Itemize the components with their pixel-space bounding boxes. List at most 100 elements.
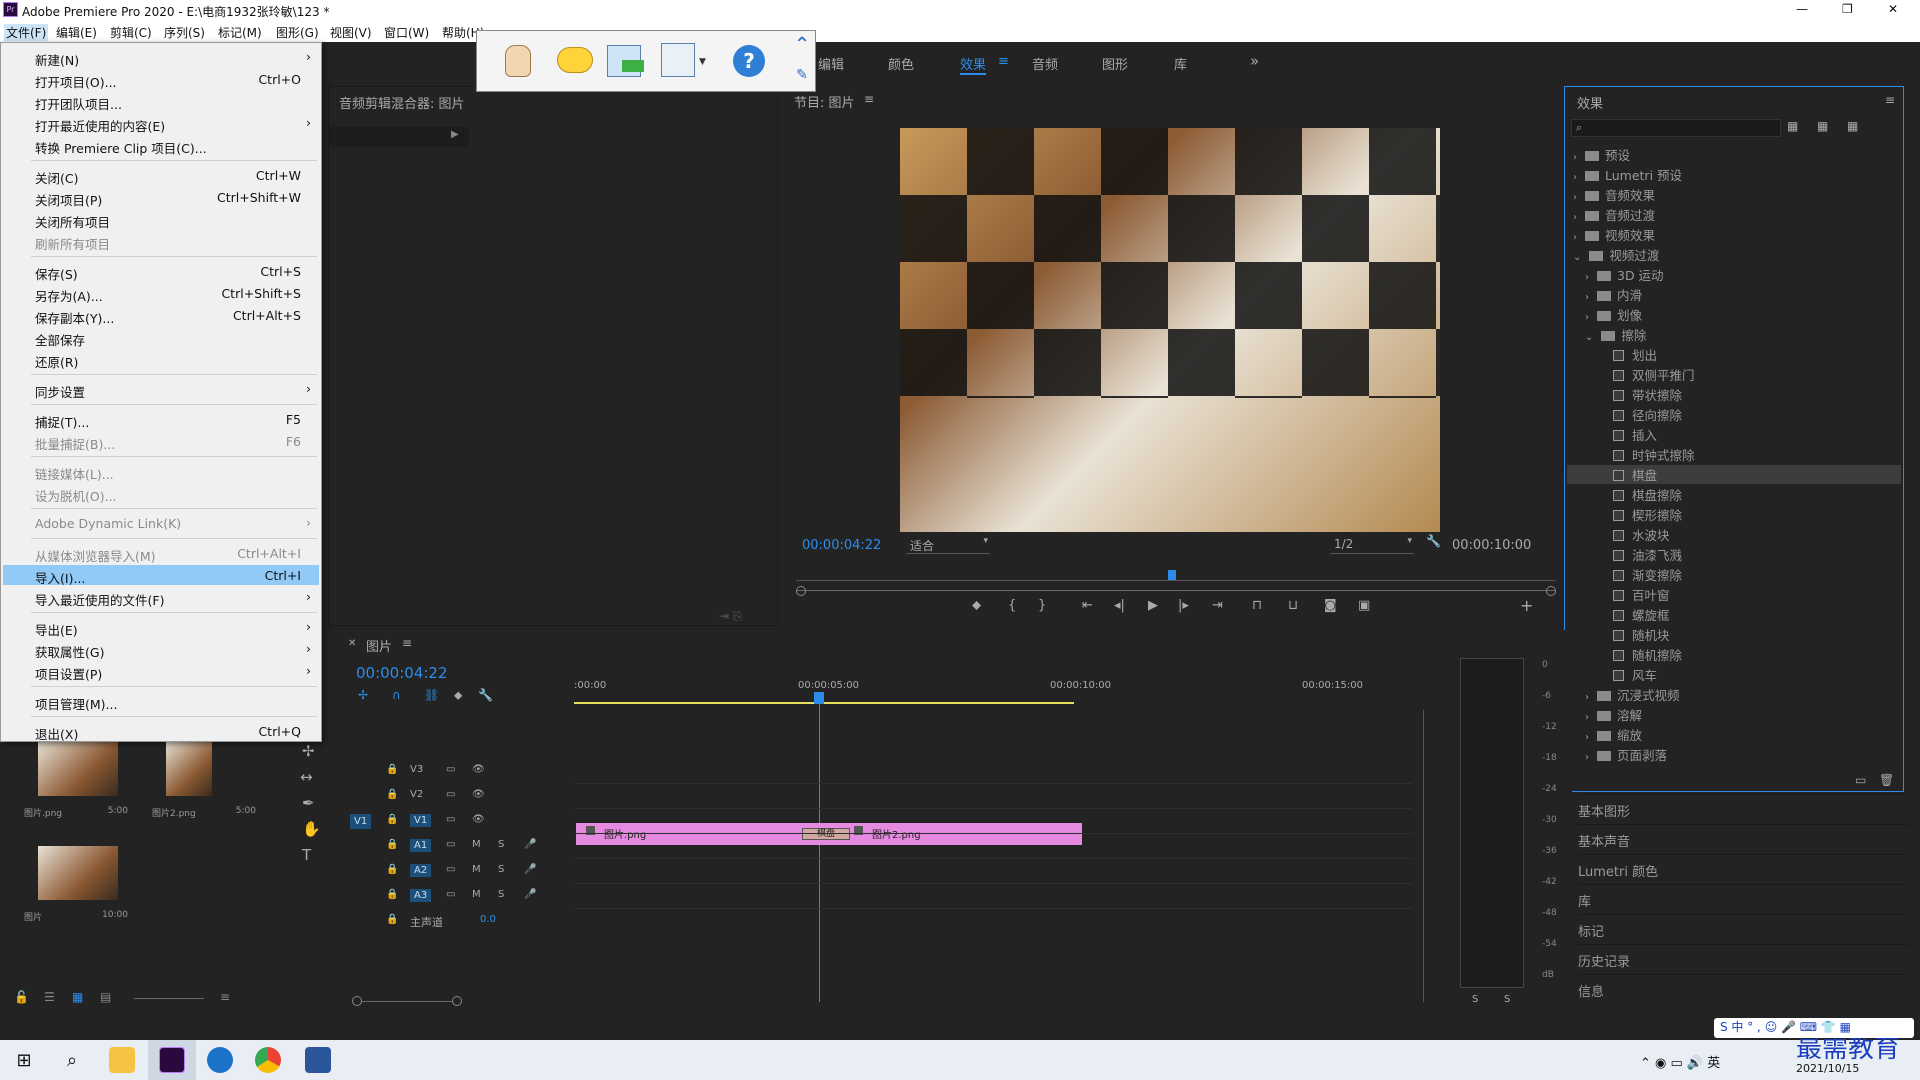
sync-lock-icon[interactable]: ▭: [446, 889, 455, 900]
extract-icon[interactable]: ⊔: [1288, 598, 1298, 613]
track-name[interactable]: V3: [410, 764, 423, 775]
track-lane[interactable]: [574, 810, 1412, 834]
settings-wrench-icon[interactable]: 🔧: [478, 688, 493, 702]
explorer-button[interactable]: [98, 1040, 146, 1080]
side-panel-tab[interactable]: 基本图形: [1578, 794, 1908, 820]
effect-folder[interactable]: › 视频效果: [1573, 225, 1655, 244]
effect-item[interactable]: 随机块: [1613, 625, 1670, 644]
step-forward-icon[interactable]: |▸: [1178, 598, 1189, 613]
project-item[interactable]: 图片2.png 5:00: [152, 742, 256, 838]
sync-lock-icon[interactable]: ▭: [446, 814, 455, 825]
tab-libraries[interactable]: 库: [1174, 54, 1187, 73]
ime-toolbar[interactable]: S 中 ° , ☺ 🎤 ⌨ 👕 ▦: [1714, 1018, 1914, 1038]
premiere-button[interactable]: [148, 1040, 196, 1080]
mixer-footer-icons[interactable]: ⇥ ⎘: [719, 609, 742, 624]
lock-icon[interactable]: 🔒: [386, 789, 398, 800]
lock-icon[interactable]: 🔒: [386, 889, 398, 900]
close-tab-icon[interactable]: ✕: [348, 638, 356, 649]
file-menu-item[interactable]: 另存为(A)... Ctrl+Shift+S: [3, 283, 319, 304]
eye-icon[interactable]: 👁: [472, 814, 485, 825]
mic-icon[interactable]: 🎤: [524, 889, 536, 900]
menu-marker[interactable]: 标记(M): [218, 24, 262, 41]
file-menu-item[interactable]: 项目管理(M)...: [3, 691, 319, 712]
magnet-icon[interactable]: ∩: [392, 688, 401, 702]
menu-edit[interactable]: 编辑(E): [56, 24, 97, 41]
effect-item[interactable]: 时钟式擦除: [1613, 445, 1695, 464]
lift-icon[interactable]: ⊓: [1252, 598, 1262, 613]
tab-effects[interactable]: 效果: [960, 54, 987, 75]
pin-icon[interactable]: ✎: [789, 61, 815, 89]
file-menu-item[interactable]: 链接媒体(L)...: [3, 461, 319, 482]
effect-item[interactable]: 螺旋框: [1613, 605, 1670, 624]
chevron-right-icon[interactable]: ›: [1585, 312, 1589, 323]
sync-lock-icon[interactable]: ▭: [446, 789, 455, 800]
chrome-button[interactable]: [244, 1040, 292, 1080]
effect-item[interactable]: 风车: [1613, 665, 1657, 684]
chevron-right-icon[interactable]: ›: [1585, 712, 1589, 723]
file-menu-item[interactable]: 导入最近使用的文件(F) ›: [3, 587, 319, 608]
system-tray[interactable]: ⌃ ◉ ▭ 🔊 英: [1640, 1052, 1720, 1071]
effect-item[interactable]: 水波块: [1613, 525, 1670, 544]
effect-item[interactable]: 楔形擦除: [1613, 505, 1682, 524]
type-tool-icon[interactable]: T: [302, 846, 311, 864]
lock-icon[interactable]: 🔒: [386, 764, 398, 775]
accelerated-effects-icon[interactable]: ▦: [1787, 119, 1798, 133]
freeform-view-icon[interactable]: ▤: [100, 990, 111, 1004]
effect-item[interactable]: 油漆飞溅: [1613, 545, 1682, 564]
effect-item[interactable]: 双侧平推门: [1613, 365, 1695, 384]
solo-button[interactable]: S: [498, 864, 504, 875]
effect-subfolder[interactable]: › 页面剥落: [1585, 745, 1667, 764]
effect-folder[interactable]: › 音频效果: [1573, 185, 1655, 204]
play-icon[interactable]: ▶: [1148, 598, 1158, 613]
project-item[interactable]: 图片.png 5:00: [24, 742, 128, 838]
scrub-bar[interactable]: [796, 570, 1556, 582]
side-panel-tab[interactable]: 历史记录: [1578, 944, 1908, 970]
menu-graphics[interactable]: 图形(G): [276, 24, 319, 41]
file-menu-item[interactable]: 批量捕捉(B)... F6: [3, 431, 319, 452]
step-back-icon[interactable]: ◂|: [1114, 598, 1125, 613]
timeline-scrollbar[interactable]: [352, 996, 462, 1008]
panel-menu-icon[interactable]: ≡: [402, 636, 412, 650]
effect-subfolder[interactable]: › 缩放: [1585, 725, 1642, 744]
file-menu-item[interactable]: 还原(R): [3, 349, 319, 370]
snap-icon[interactable]: ✢: [358, 688, 368, 702]
wrench-icon[interactable]: 🔧: [1426, 534, 1441, 548]
mute-button[interactable]: M: [472, 889, 481, 900]
chevron-down-icon[interactable]: ⌄: [1585, 332, 1593, 343]
effect-item[interactable]: 带状擦除: [1613, 385, 1682, 404]
track-lane[interactable]: [574, 885, 1412, 909]
mic-icon[interactable]: 🎤: [524, 864, 536, 875]
icon-view-icon[interactable]: ▦: [72, 990, 83, 1004]
effect-item[interactable]: 棋盘擦除: [1613, 485, 1682, 504]
track-name[interactable]: A3: [410, 889, 432, 902]
start-button[interactable]: ⊞: [0, 1040, 48, 1080]
menu-window[interactable]: 窗口(W): [384, 24, 429, 41]
file-menu-item[interactable]: 转换 Premiere Clip 项目(C)...: [3, 135, 319, 156]
list-view-icon[interactable]: ☰: [44, 990, 55, 1004]
comment-icon[interactable]: [557, 47, 593, 73]
file-menu-item[interactable]: 打开项目(O)... Ctrl+O: [3, 69, 319, 90]
effect-item[interactable]: 渐变擦除: [1613, 565, 1682, 584]
add-button-icon[interactable]: +: [1520, 596, 1533, 615]
close-button[interactable]: ✕: [1888, 2, 1898, 16]
file-menu-item[interactable]: 同步设置 ›: [3, 379, 319, 400]
file-menu-item[interactable]: Adobe Dynamic Link(K) ›: [3, 513, 319, 533]
chevron-right-icon[interactable]: ›: [1573, 232, 1577, 243]
edge-button[interactable]: [196, 1040, 244, 1080]
file-menu-item[interactable]: 新建(N) ›: [3, 47, 319, 68]
lock-icon[interactable]: 🔒: [386, 839, 398, 850]
chevron-right-icon[interactable]: ›: [1573, 212, 1577, 223]
project-item[interactable]: 图片 10:00: [24, 846, 128, 942]
effect-folder[interactable]: ⌄ 视频过渡: [1573, 245, 1659, 264]
track-lane[interactable]: [574, 785, 1412, 809]
add-marker-icon[interactable]: ⬥: [972, 598, 981, 613]
file-menu-item[interactable]: 保存(S) Ctrl+S: [3, 261, 319, 282]
slip-tool-icon[interactable]: ↔: [300, 768, 313, 786]
file-menu-item[interactable]: 刷新所有项目: [3, 231, 319, 252]
file-menu-item[interactable]: 导出(E) ›: [3, 617, 319, 638]
file-menu-item[interactable]: 关闭(C) Ctrl+W: [3, 165, 319, 186]
camera-icon[interactable]: ◙: [1324, 598, 1337, 613]
hand-tool-icon[interactable]: ✋: [302, 820, 321, 838]
hand-icon[interactable]: [505, 45, 531, 77]
side-panel-tab[interactable]: 标记: [1578, 914, 1908, 940]
